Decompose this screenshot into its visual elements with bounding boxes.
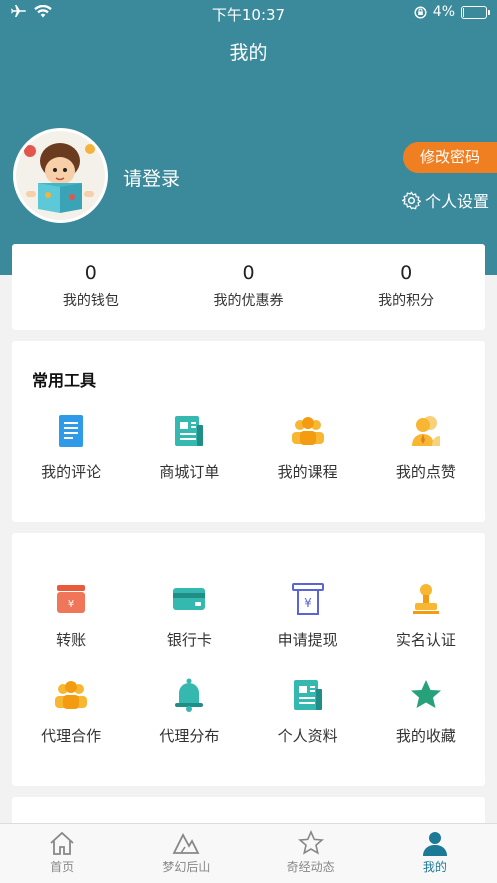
rotation-lock-icon	[414, 5, 427, 19]
tool-my-comments[interactable]: 我的评论	[12, 413, 130, 482]
tab-label: 梦幻后山	[162, 860, 211, 874]
service-identity-verification[interactable]: 实名认证	[367, 581, 485, 650]
tool-mall-orders[interactable]: 商城订单	[130, 413, 248, 482]
stat-points[interactable]: 0 我的积分	[327, 244, 485, 330]
service-label: 实名认证	[395, 631, 456, 649]
stat-label: 我的积分	[378, 293, 435, 309]
mountain-icon	[172, 833, 200, 854]
battery-icon	[461, 5, 490, 19]
svg-text:¥: ¥	[68, 599, 74, 610]
battery-percent: 4%	[432, 4, 455, 20]
service-personal-info[interactable]: 个人资料	[249, 677, 367, 746]
tab-label: 奇经动态	[286, 860, 335, 874]
stats-card: 0 我的钱包 0 我的优惠券 0 我的积分	[12, 244, 485, 330]
agent-group-icon	[55, 681, 88, 709]
service-label: 银行卡	[166, 631, 212, 649]
service-label: 代理合作	[41, 727, 102, 745]
change-password-button[interactable]: 修改密码	[403, 142, 497, 173]
svg-text:¥: ¥	[304, 596, 312, 610]
tool-label: 我的点赞	[395, 463, 456, 481]
wallet-icon: ¥	[57, 585, 86, 613]
service-label: 申请提现	[277, 631, 338, 649]
tab-dream-mountain[interactable]: 梦幻后山	[124, 824, 248, 883]
tab-news[interactable]: 奇经动态	[249, 824, 373, 883]
tab-mine[interactable]: 我的	[373, 824, 497, 883]
service-label: 转账	[56, 631, 87, 649]
service-my-favorites[interactable]: 我的收藏	[367, 677, 485, 746]
stat-value: 0	[400, 262, 413, 284]
section-title: 常用工具	[32, 371, 97, 390]
home-icon	[50, 831, 74, 855]
login-prompt[interactable]: 请登录	[123, 164, 180, 191]
service-agent-cooperation[interactable]: 代理合作	[12, 677, 130, 746]
stat-label: 我的优惠券	[213, 293, 284, 309]
stat-value: 0	[84, 262, 97, 284]
star-icon	[410, 680, 441, 708]
service-label: 我的收藏	[395, 727, 456, 745]
service-transfer[interactable]: ¥ 转账	[12, 581, 130, 650]
profile-doc-icon	[293, 680, 322, 710]
document-icon	[59, 415, 84, 447]
withdraw-icon: ¥	[291, 583, 324, 615]
tab-bar: 首页 梦幻后山 奇经动态 我的	[0, 823, 497, 883]
settings-button[interactable]: 个人设置	[402, 188, 489, 212]
users-like-icon	[411, 416, 440, 446]
status-bar: 下午10:37 4%	[0, 0, 497, 26]
service-bank-card[interactable]: 银行卡	[130, 581, 248, 650]
settings-label: 个人设置	[425, 192, 490, 211]
service-label: 代理分布	[159, 727, 220, 745]
order-icon	[175, 416, 204, 446]
star-outline-icon	[297, 830, 324, 855]
profile-header: 下午10:37 4% 我的 请登录 修改密码 个人设置	[0, 0, 497, 275]
tool-label: 商城订单	[159, 463, 220, 481]
service-agent-distribution[interactable]: 代理分布	[130, 677, 248, 746]
tool-label: 我的课程	[277, 463, 338, 481]
stat-label: 我的钱包	[62, 293, 119, 309]
tab-label: 首页	[50, 860, 75, 874]
tool-my-courses[interactable]: 我的课程	[249, 413, 367, 482]
stat-wallet[interactable]: 0 我的钱包	[12, 244, 170, 330]
avatar[interactable]	[13, 128, 108, 223]
tool-my-likes[interactable]: 我的点赞	[367, 413, 485, 482]
group-icon	[291, 417, 324, 445]
stat-value: 0	[242, 262, 255, 284]
gear-icon	[402, 190, 421, 209]
bell-icon	[175, 678, 204, 712]
service-withdraw[interactable]: ¥ 申请提现	[249, 581, 367, 650]
service-label: 个人资料	[277, 727, 338, 745]
stat-coupons[interactable]: 0 我的优惠券	[170, 244, 328, 330]
tab-label: 我的	[422, 860, 447, 874]
bank-card-icon	[173, 588, 206, 610]
person-icon	[422, 832, 447, 856]
tab-home[interactable]: 首页	[0, 824, 124, 883]
stamp-icon	[412, 584, 439, 614]
page-title: 我的	[229, 42, 268, 64]
common-tools-card: 常用工具 我的评论 商城订单 我的课程 我的点赞	[12, 341, 485, 522]
tool-label: 我的评论	[41, 463, 102, 481]
services-card: ¥ 转账 银行卡 ¥ 申请提现 实名认证 代理合作 代理分布 个人资料 我的收藏	[12, 533, 485, 786]
